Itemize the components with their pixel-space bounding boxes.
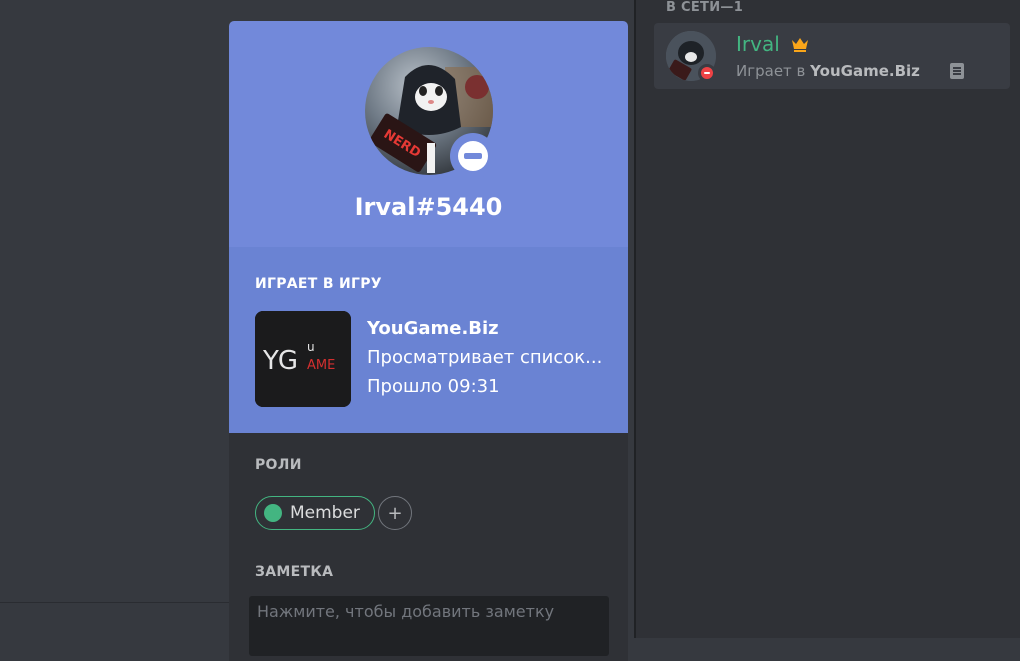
roles-title: РОЛИ <box>255 457 302 473</box>
add-role-button[interactable]: + <box>378 496 412 530</box>
document-icon <box>950 63 964 79</box>
crown-icon <box>792 38 808 52</box>
member-activity: Играет в YouGame.Biz <box>736 61 920 81</box>
member-name[interactable]: Irval <box>736 31 780 57</box>
activity-game: YouGame.Biz <box>810 62 920 80</box>
svg-text:AME: AME <box>307 358 335 373</box>
note-input[interactable] <box>249 596 609 656</box>
role-color-dot[interactable] <box>264 504 282 522</box>
dnd-status-icon <box>458 141 488 171</box>
member-list: В СЕТИ—1 Irval Играет в YouGame.Biz <box>636 0 1020 638</box>
role-pill-member[interactable]: Member <box>255 496 375 530</box>
member-list-item[interactable]: Irval Играет в YouGame.Biz <box>654 23 1010 89</box>
game-elapsed-time: Прошло 09:31 <box>367 376 500 397</box>
activity-section: ИГРАЕТ В ИГРУ YG u AME YouGame.Biz Просм… <box>229 247 628 433</box>
role-name: Member <box>290 503 360 523</box>
divider <box>0 602 230 603</box>
profile-header: NERD Irval#5440 <box>229 21 628 247</box>
game-details: Просматривает список... <box>367 347 603 368</box>
dnd-status-icon <box>698 64 716 82</box>
svg-text:YG: YG <box>262 346 297 376</box>
user-profile-popout: NERD Irval#5440 ИГРАЕТ В ИГРУ YG u AME Y… <box>229 21 628 661</box>
profile-username[interactable]: Irval#5440 <box>229 191 628 223</box>
member-section-header: В СЕТИ—1 <box>666 0 744 15</box>
game-logo-icon: YG u AME <box>255 311 351 407</box>
activity-header: ИГРАЕТ В ИГРУ <box>255 276 382 292</box>
note-title: ЗАМЕТКА <box>255 564 334 580</box>
activity-prefix: Играет в <box>736 62 811 80</box>
svg-text:u: u <box>307 340 315 354</box>
game-name: YouGame.Biz <box>367 318 499 339</box>
